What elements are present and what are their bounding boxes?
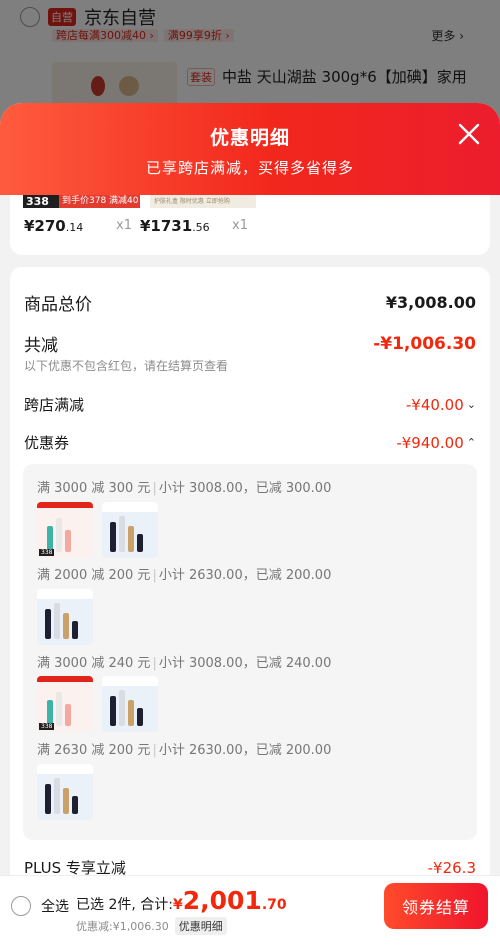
checkout-bar: 全选 已选 2件, 合计: ¥ 2,001 .70 优惠减:¥1,006.30 … — [0, 875, 500, 947]
coupon-value: -¥940.00 — [396, 433, 464, 452]
sheet-subtitle: 已享跨店满减，买得多省得多 — [145, 159, 354, 177]
coupon-product-thumbnail[interactable] — [102, 676, 158, 732]
coupon-rule: 满 2630 减 200 元 | 小计 2630.00，已减 200.00 — [37, 743, 332, 758]
red-packet-note: 以下优惠不包含红包，请在结算页查看 — [24, 359, 229, 373]
close-icon[interactable] — [456, 121, 482, 147]
coupon-detail-list: 满 3000 减 300 元 | 小计 3008.00，已减 300.00 338 — [23, 464, 477, 840]
saved-amount: 优惠减:¥1,006.30 优惠明细 — [76, 917, 227, 935]
coupon-product-thumbnail[interactable]: 338 — [37, 502, 93, 558]
coupon-product-thumbnail[interactable]: 338 — [37, 676, 93, 732]
coupon-row[interactable]: 优惠券 -¥940.00 ⌃ — [24, 432, 476, 453]
sheet-body: 338 到手价378 满减40 护肤礼盒 限时优惠 立即抢购 ¥270.14 x… — [0, 103, 500, 947]
coupon-label: 优惠券 — [24, 434, 70, 452]
sheet-title: 优惠明细 — [209, 127, 290, 149]
total-reduce-label: 共减 — [24, 336, 58, 356]
coupon-rule: 满 2000 减 200 元 | 小计 2630.00，已减 200.00 — [37, 568, 332, 583]
product-thumbnail[interactable]: 338 到手价378 满减40 — [23, 195, 140, 208]
discount-detail-button[interactable]: 优惠明细 — [174, 917, 227, 935]
select-all-label[interactable]: 全选 — [41, 896, 69, 916]
coupon-product-thumbnail[interactable] — [37, 589, 93, 645]
total-reduce-value: -¥1,006.30 — [373, 333, 476, 354]
cross-store-value: -¥40.00 — [405, 395, 464, 414]
product-price: ¥1731.56 — [140, 217, 210, 235]
total-reduce-row: 共减 -¥1,006.30 — [24, 331, 476, 357]
product-quantity: x1 — [116, 218, 132, 233]
select-all-radio[interactable] — [11, 896, 31, 916]
cross-store-row[interactable]: 跨店满减 -¥40.00 ⌄ — [24, 394, 476, 415]
sheet-header: 优惠明细 已享跨店满减，买得多省得多 — [0, 103, 500, 195]
discount-detail-sheet: 338 到手价378 满减40 护肤礼盒 限时优惠 立即抢购 ¥270.14 x… — [0, 103, 500, 947]
coupon-product-thumbnail[interactable] — [102, 502, 158, 558]
total-amount: 已选 2件, 合计: ¥ 2,001 .70 — [76, 886, 287, 915]
total-price-label: 商品总价 — [24, 295, 92, 315]
total-price-value: ¥3,008.00 — [385, 293, 476, 312]
chevron-up-icon[interactable]: ⌃ — [467, 436, 476, 449]
checkout-button[interactable]: 领券结算 — [384, 883, 488, 929]
product-price: ¥270.14 — [24, 217, 84, 235]
total-price-row: 商品总价 ¥3,008.00 — [24, 290, 476, 315]
coupon-rule: 满 3000 减 240 元 | 小计 3008.00，已减 240.00 — [37, 656, 332, 671]
product-thumbnail[interactable]: 护肤礼盒 限时优惠 立即抢购 — [150, 195, 256, 208]
product-quantity: x1 — [232, 218, 248, 233]
coupon-product-thumbnail[interactable] — [37, 764, 93, 820]
coupon-rule: 满 3000 减 300 元 | 小计 3008.00，已减 300.00 — [37, 481, 332, 496]
chevron-down-icon[interactable]: ⌄ — [467, 398, 476, 411]
cross-store-label: 跨店满减 — [24, 396, 85, 414]
discount-detail-card: 商品总价 ¥3,008.00 共减 -¥1,006.30 以下优惠不包含红包，请… — [10, 267, 490, 947]
